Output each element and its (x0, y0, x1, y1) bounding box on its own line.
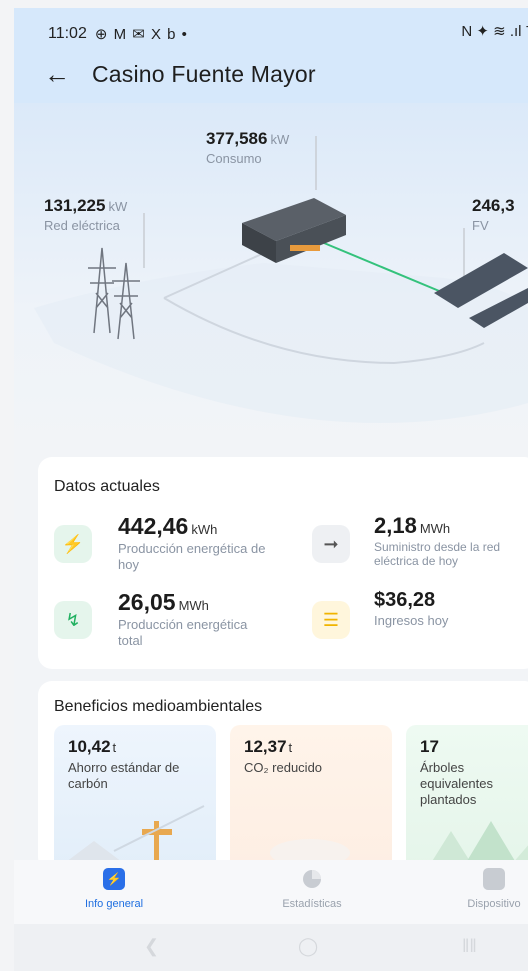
status-time: 11:02 (48, 25, 87, 42)
back-arrow-icon[interactable]: ← (44, 61, 70, 87)
stat-value: 442,46 (118, 513, 189, 539)
stat-income-today[interactable]: ☰ $36,28 Ingresos hoy (312, 589, 524, 639)
grid-label: Red eléctrica (44, 218, 120, 233)
stat-unit: MWh (178, 598, 209, 613)
consumption-unit: kW (270, 132, 290, 147)
pv-label: FV (472, 218, 489, 233)
grid-supply-icon: ➞ (312, 525, 350, 563)
coal-mine-icon (54, 805, 205, 871)
stat-production-total[interactable]: ↯ 26,05 MWh Producción energética total (54, 589, 248, 649)
benefit-value: 12,37 (244, 737, 287, 756)
coins-icon: ☰ (312, 601, 350, 639)
stat-label: Producción energética de hoy (118, 541, 266, 572)
benefit-label: CO₂ reducido (244, 760, 323, 775)
grid-metric: 131,225 kW Red eléctrica (44, 196, 127, 233)
status-bar: 11:02 ⊕ M ✉ X b • N ✦ ≋ .ıl 7 (48, 22, 528, 46)
tree-icon (426, 821, 528, 871)
stat-production-today[interactable]: ⚡ 442,46 kWh Producción energética de hoy (54, 513, 268, 573)
benefit-unit: t (288, 740, 293, 755)
system-navigation-bar: ❮ ◯ ‖‖ (14, 924, 528, 971)
benefit-unit: t (112, 740, 117, 755)
bottom-navigation: ⚡ Info general Estadísticas Dispositivo (14, 860, 528, 924)
consumption-value: 377,586 (206, 129, 268, 148)
building-icon (242, 198, 346, 263)
current-data-card: Datos actuales ⚡ 442,46 kWh Producción en… (38, 457, 528, 669)
page-title: Casino Fuente Mayor (92, 60, 316, 87)
system-back-icon[interactable]: ❮ (144, 936, 159, 957)
nav-device[interactable]: Dispositivo (434, 868, 528, 910)
stat-value: $36,28 (374, 589, 436, 611)
grid-value: 131,225 (44, 196, 106, 215)
benefits-title: Beneficios medioambientales (54, 698, 263, 715)
consumption-metric: 377,586 kW Consumo (206, 129, 289, 166)
stat-label: Suministro desde la red eléctrica de hoy (374, 540, 501, 568)
nav-statistics[interactable]: Estadísticas (252, 868, 372, 910)
current-data-title: Datos actuales (54, 478, 160, 495)
app-bar: ← Casino Fuente Mayor (44, 56, 316, 92)
stat-label: Producción energética total (118, 617, 248, 648)
double-bolt-icon: ↯ (54, 601, 92, 639)
environmental-benefits-card: Beneficios medioambientales 10,42 t Ahorr… (38, 681, 528, 871)
pv-metric: 246,3 FV (472, 196, 515, 233)
top-bar: 11:02 ⊕ M ✉ X b • N ✦ ≋ .ıl 7 ← Casino F… (14, 8, 528, 103)
energy-flow-diagram: 377,586 kW Consumo 131,225 kW Red eléctric… (14, 103, 528, 448)
system-home-icon[interactable]: ◯ (298, 936, 318, 957)
pv-value: 246,3 (472, 196, 515, 215)
benefit-value: 17 (420, 737, 439, 756)
device-icon (483, 868, 505, 890)
stat-unit: kWh (191, 522, 218, 537)
benefit-label: Ahorro estándar de carbón (68, 760, 180, 791)
system-status-icons: N ✦ ≋ .ıl 7 (461, 23, 528, 40)
stat-label: Ingresos hoy (374, 613, 449, 628)
info-icon: ⚡ (103, 868, 125, 890)
nav-info-general[interactable]: ⚡ Info general (54, 868, 174, 910)
nav-label: Info general (84, 898, 144, 910)
nav-label: Dispositivo (467, 898, 521, 910)
phone-screen: 11:02 ⊕ M ✉ X b • N ✦ ≋ .ıl 7 ← Casino F… (14, 8, 528, 971)
grid-unit: kW (108, 199, 128, 214)
nav-label: Estadísticas (282, 898, 342, 910)
consumption-label: Consumo (206, 151, 262, 166)
benefit-co2-reduced[interactable]: 12,37 t CO₂ reducido (230, 725, 392, 871)
pie-chart-icon (301, 868, 323, 890)
system-recents-icon[interactable]: ‖‖ (462, 936, 477, 957)
stat-value: 26,05 (118, 589, 176, 615)
stat-unit: MWh (419, 521, 451, 536)
benefit-value: 10,42 (68, 737, 111, 756)
bolt-icon: ⚡ (54, 525, 92, 563)
benefit-coal-saved[interactable]: 10,42 t Ahorro estándar de carbón (54, 725, 216, 871)
stat-grid-supply[interactable]: ➞ 2,18 MWh Suministro desde la red eléctr… (312, 513, 524, 568)
benefit-trees-planted[interactable]: 17 Árboles equivalentes plantados (406, 725, 528, 871)
stat-value: 2,18 (374, 513, 417, 538)
notification-icons: ⊕ M ✉ X b • (94, 26, 188, 43)
cloud-icon (270, 839, 350, 867)
